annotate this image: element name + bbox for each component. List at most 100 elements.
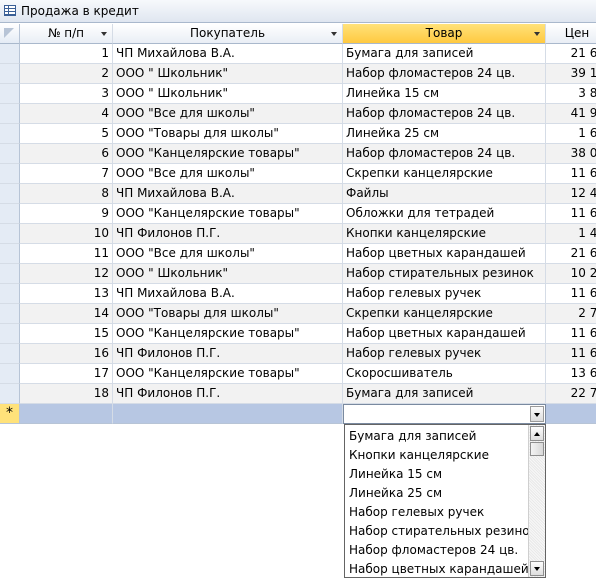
cell-buyer[interactable]: ООО "Канцелярские товары": [113, 204, 343, 224]
cell-price[interactable]: 12 40: [546, 184, 596, 204]
table-row[interactable]: 3ООО " Школьник"Линейка 15 см3 80: [0, 84, 596, 104]
record-selector[interactable]: [0, 124, 20, 144]
cell-goods[interactable]: Кнопки канцелярские: [343, 224, 546, 244]
table-row[interactable]: 7 ООО "Все для школы" Скрепки канцелярские…: [0, 164, 596, 184]
cell-buyer[interactable]: ООО "Канцелярские товары": [113, 364, 343, 384]
select-all-corner[interactable]: [0, 24, 20, 44]
record-selector[interactable]: [0, 304, 20, 324]
cell-price[interactable]: 11 60: [546, 344, 596, 364]
new-record-num-cell[interactable]: [20, 404, 113, 424]
new-record-row[interactable]: *: [0, 404, 596, 424]
dropdown-scrollbar[interactable]: [528, 425, 545, 577]
cell-buyer[interactable]: ЧП Филонов П.Г.: [113, 224, 343, 244]
dropdown-arrow-icon[interactable]: [534, 32, 540, 36]
dropdown-arrow-icon[interactable]: [331, 32, 337, 36]
cell-goods[interactable]: Скоросшиватель: [343, 364, 546, 384]
cell-num[interactable]: 9: [20, 204, 113, 224]
cell-goods[interactable]: Обложки для тетрадей: [343, 204, 546, 224]
cell-buyer[interactable]: ООО " Школьник": [113, 264, 343, 284]
cell-num[interactable]: 11: [20, 244, 113, 264]
cell-goods[interactable]: Бумага для записей: [343, 384, 546, 404]
cell-price[interactable]: 41 90: [546, 104, 596, 124]
cell-goods[interactable]: Линейка 25 см: [343, 124, 546, 144]
cell-goods[interactable]: Набор фломастеров 24 цв.: [343, 64, 546, 84]
cell-buyer[interactable]: ЧП Михайлова В.А.: [113, 44, 343, 64]
cell-goods[interactable]: Набор фломастеров 24 цв.: [343, 144, 546, 164]
cell-price[interactable]: 22 70: [546, 384, 596, 404]
table-row[interactable]: 10ЧП Филонов П.Г.Кнопки канцелярские1 43: [0, 224, 596, 244]
cell-goods[interactable]: Набор цветных карандашей: [343, 244, 546, 264]
cell-goods[interactable]: Файлы: [343, 184, 546, 204]
cell-buyer[interactable]: ЧП Михайлова В.А.: [113, 284, 343, 304]
cell-num[interactable]: 13: [20, 284, 113, 304]
record-selector[interactable]: [0, 144, 20, 164]
dropdown-option[interactable]: Линейка 25 см: [349, 484, 529, 503]
dropdown-option[interactable]: Набор гелевых ручек: [349, 503, 529, 522]
record-selector[interactable]: [0, 224, 20, 244]
scrollbar-thumb[interactable]: [530, 442, 544, 456]
cell-buyer[interactable]: ООО "Товары для школы": [113, 124, 343, 144]
cell-goods[interactable]: Набор стирательных резинок: [343, 264, 546, 284]
record-selector[interactable]: [0, 64, 20, 84]
goods-dropdown-list[interactable]: Бумага для записей Кнопки канцелярские Лин…: [344, 424, 546, 578]
cell-buyer[interactable]: ЧП Михайлова В.А.: [113, 184, 343, 204]
cell-num[interactable]: 2: [20, 64, 113, 84]
new-record-marker[interactable]: *: [0, 404, 20, 424]
cell-price[interactable]: 13 60: [546, 364, 596, 384]
table-row[interactable]: 11 ООО "Все для школы" Набор цветных каран…: [0, 244, 596, 264]
table-row[interactable]: 17 ООО "Канцелярские товары" Скоросшивател…: [0, 364, 596, 384]
cell-price[interactable]: 21 60: [546, 44, 596, 64]
record-selector[interactable]: [0, 364, 20, 384]
table-row[interactable]: 18ЧП Филонов П.Г.Бумага для записей22 70: [0, 384, 596, 404]
table-row[interactable]: 13 ЧП Михайлова В.А. Набор гелевых ручек 11…: [0, 284, 596, 304]
cell-goods[interactable]: Набор гелевых ручек: [343, 284, 546, 304]
cell-buyer[interactable]: ЧП Филонов П.Г.: [113, 384, 343, 404]
scroll-up-icon[interactable]: [530, 426, 544, 441]
cell-num[interactable]: 6: [20, 144, 113, 164]
table-row[interactable]: 14 ООО "Товары для школы" Скрепки канцеляр…: [0, 304, 596, 324]
table-row[interactable]: 4 ООО "Все для школы" Набор фломастеров 24…: [0, 104, 596, 124]
column-header-buyer[interactable]: Покупатель: [113, 24, 343, 44]
table-row[interactable]: 15 ООО "Канцелярские товары" Набор цветных…: [0, 324, 596, 344]
cell-num[interactable]: 17: [20, 364, 113, 384]
cell-price[interactable]: 38 02: [546, 144, 596, 164]
table-row[interactable]: 9 ООО "Канцелярские товары" Обложки для те…: [0, 204, 596, 224]
cell-goods[interactable]: Бумага для записей: [343, 44, 546, 64]
cell-price[interactable]: 39 16: [546, 64, 596, 84]
cell-num[interactable]: 8: [20, 184, 113, 204]
cell-buyer[interactable]: ООО " Школьник": [113, 84, 343, 104]
table-row[interactable]: 5ООО "Товары для школы"Линейка 25 см1 60: [0, 124, 596, 144]
cell-num[interactable]: 15: [20, 324, 113, 344]
cell-buyer[interactable]: ЧП Филонов П.Г.: [113, 344, 343, 364]
cell-goods[interactable]: Набор цветных карандашей: [343, 324, 546, 344]
table-row[interactable]: 2 ООО " Школьник" Набор фломастеров 24 цв.…: [0, 64, 596, 84]
record-selector[interactable]: [0, 84, 20, 104]
record-selector[interactable]: [0, 184, 20, 204]
cell-buyer[interactable]: ООО "Канцелярские товары": [113, 324, 343, 344]
cell-num[interactable]: 16: [20, 344, 113, 364]
cell-price[interactable]: 10 20: [546, 264, 596, 284]
chevron-down-icon[interactable]: [530, 406, 544, 422]
cell-price[interactable]: 11 60: [546, 284, 596, 304]
cell-buyer[interactable]: ООО " Школьник": [113, 64, 343, 84]
cell-goods[interactable]: Линейка 15 см: [343, 84, 546, 104]
cell-num[interactable]: 18: [20, 384, 113, 404]
cell-goods[interactable]: Скрепки канцелярские: [343, 304, 546, 324]
cell-num[interactable]: 3: [20, 84, 113, 104]
record-selector[interactable]: [0, 324, 20, 344]
record-selector[interactable]: [0, 204, 20, 224]
record-selector[interactable]: [0, 164, 20, 184]
cell-num[interactable]: 14: [20, 304, 113, 324]
table-row[interactable]: 6 ООО "Канцелярские товары" Набор фломасте…: [0, 144, 596, 164]
table-row[interactable]: 1ЧП Михайлова В.А.Бумага для записей21 6…: [0, 44, 596, 64]
dropdown-arrow-icon[interactable]: [101, 32, 107, 36]
table-row[interactable]: 8ЧП Михайлова В.А.Файлы12 40: [0, 184, 596, 204]
dropdown-option[interactable]: Кнопки канцелярские: [349, 446, 529, 465]
goods-combo-box[interactable]: [343, 404, 546, 424]
cell-num[interactable]: 10: [20, 224, 113, 244]
scroll-down-icon[interactable]: [530, 561, 544, 576]
cell-buyer[interactable]: ООО "Все для школы": [113, 104, 343, 124]
dropdown-option[interactable]: Набор стирательных резинок: [349, 522, 529, 541]
table-row[interactable]: 12 ООО " Школьник" Набор стирательных рези…: [0, 264, 596, 284]
cell-price[interactable]: 2 77: [546, 304, 596, 324]
